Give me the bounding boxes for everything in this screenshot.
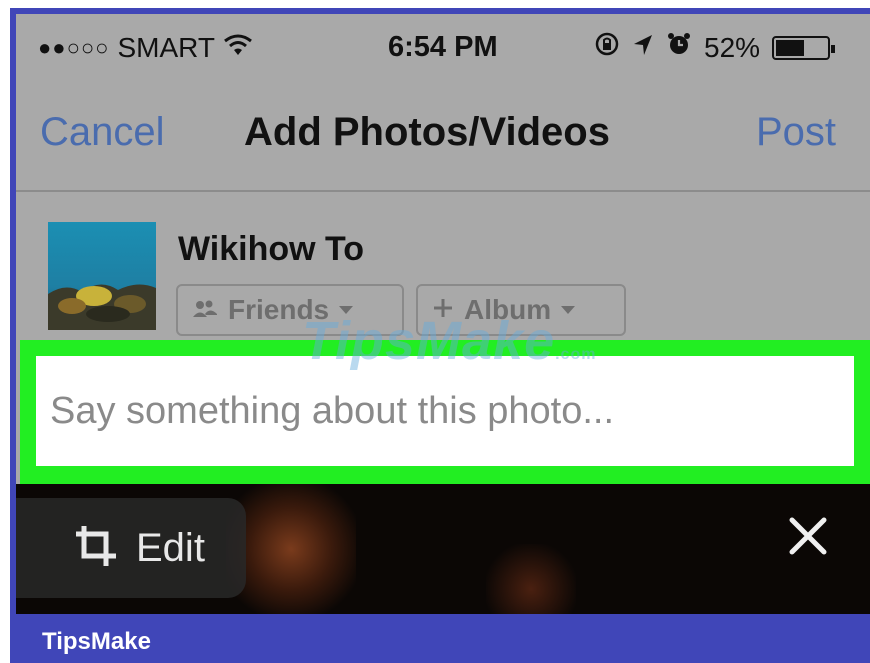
battery-percent: 52% [704, 31, 761, 63]
audience-selector[interactable]: Friends [176, 284, 404, 336]
brand-footer: TipsMake [16, 614, 870, 663]
cancel-button[interactable]: Cancel [40, 110, 165, 155]
edit-photo-button[interactable]: Edit [16, 498, 246, 598]
post-button[interactable]: Post [756, 110, 836, 155]
photo-preview: Edit [16, 484, 870, 614]
navigation-bar: Cancel Add Photos/Videos Post [16, 84, 870, 192]
carrier-name: SMART [117, 32, 215, 63]
audience-label: Friends [228, 294, 330, 325]
caption-highlight [20, 340, 870, 484]
status-bar: ●●○○○ SMART 6:54 PM 52% [16, 14, 870, 84]
album-label: Album [464, 294, 552, 325]
crop-icon [74, 524, 118, 573]
phone-screen: ●●○○○ SMART 6:54 PM 52% Cancel Add Photo… [10, 8, 870, 663]
album-selector[interactable]: Album [416, 284, 626, 336]
screenshot-frame: ●●○○○ SMART 6:54 PM 52% Cancel Add Photo… [0, 0, 870, 663]
chevron-down-icon [561, 306, 576, 314]
status-time: 6:54 PM [388, 31, 498, 63]
status-right: 52% [594, 31, 836, 64]
remove-photo-button[interactable] [786, 514, 830, 558]
photo-glow-secondary [486, 544, 576, 614]
edit-label: Edit [136, 525, 205, 570]
chevron-down-icon [339, 306, 354, 314]
rotation-lock-icon [594, 31, 620, 64]
battery-tip [831, 44, 836, 53]
photo-thumbnail[interactable] [48, 222, 156, 330]
friends-icon [192, 294, 218, 326]
status-left: ●●○○○ SMART [38, 32, 253, 64]
caption-input[interactable] [36, 356, 854, 466]
signal-strength: ●●○○○ [38, 35, 110, 60]
author-name: Wikihow To [178, 230, 365, 268]
plus-icon [432, 294, 454, 326]
battery-fill [776, 39, 805, 56]
author-row: Wikihow To Friends Album [16, 192, 870, 340]
page-title: Add Photos/Videos [244, 110, 610, 154]
alarm-icon [666, 31, 692, 64]
wifi-icon [223, 32, 253, 64]
footer-brand-label: TipsMake [42, 628, 151, 655]
battery-icon [772, 35, 836, 60]
close-icon [789, 517, 827, 555]
underwater-reef-image [48, 222, 156, 330]
location-icon [632, 32, 654, 64]
